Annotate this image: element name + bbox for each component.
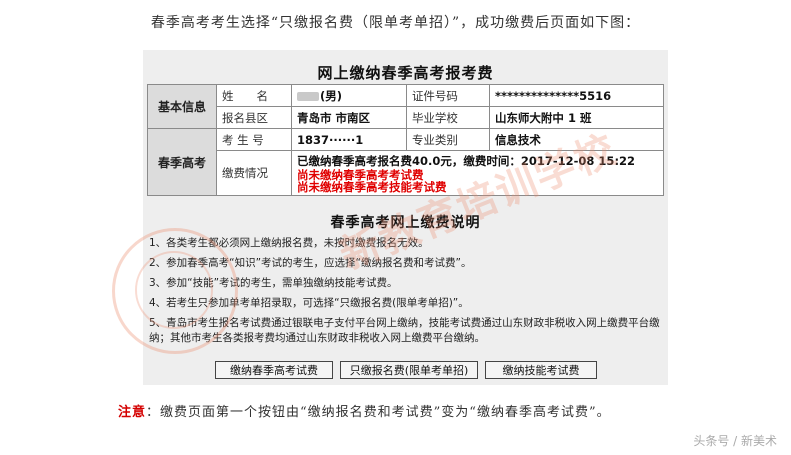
section-spring-exam: 春季高考 — [147, 128, 217, 196]
intro-text: 春季高考考生选择“只缴报名费（限单考单招）”，成功缴费后页面如下图： — [150, 15, 641, 31]
pay-spring-exam-button[interactable]: 缴纳春季高考试费 — [215, 361, 333, 379]
name-label: 姓 名 — [216, 84, 292, 107]
school-label: 毕业学校 — [405, 106, 490, 129]
seal-inner-ring — [135, 251, 213, 329]
county-value: 青岛市 市南区 — [291, 106, 407, 129]
name-value: (男) — [291, 84, 407, 107]
note-prefix: 注意 — [118, 405, 147, 420]
county-label: 报名县区 — [216, 106, 292, 129]
major-label: 专业类别 — [405, 128, 490, 151]
id-value: **************5516 — [488, 84, 665, 107]
id-label: 证件号码 — [405, 84, 490, 107]
school-value: 山东师大附中 1 班 — [488, 106, 665, 129]
pay-skill-exam-button[interactable]: 缴纳技能考试费 — [485, 361, 597, 379]
pay-registration-only-button[interactable]: 只缴报名费(限单考单招) — [340, 361, 478, 379]
payment-label: 缴费情况 — [216, 150, 292, 196]
form-title: 网上缴纳春季高考报考费 — [317, 64, 494, 82]
note-body: ：缴费页面第一个按钮由“缴纳报名费和考试费”变为“缴纳春季高考试费”。 — [146, 405, 611, 420]
exam-no-label: 考 生 号 — [216, 128, 292, 151]
bottom-note: 注意：缴费页面第一个按钮由“缴纳报名费和考试费”变为“缴纳春季高考试费”。 — [118, 398, 698, 427]
blurred-name — [297, 91, 319, 101]
footer-attribution: 头条号 / 新美术 — [693, 434, 777, 448]
table-row: 基本信息 姓 名 (男) 证件号码 **************5516 — [147, 84, 665, 129]
watermark-seal-icon — [112, 228, 238, 354]
exam-no-value: 1837······1 — [291, 128, 407, 151]
section-basic-info: 基本信息 — [147, 84, 217, 129]
